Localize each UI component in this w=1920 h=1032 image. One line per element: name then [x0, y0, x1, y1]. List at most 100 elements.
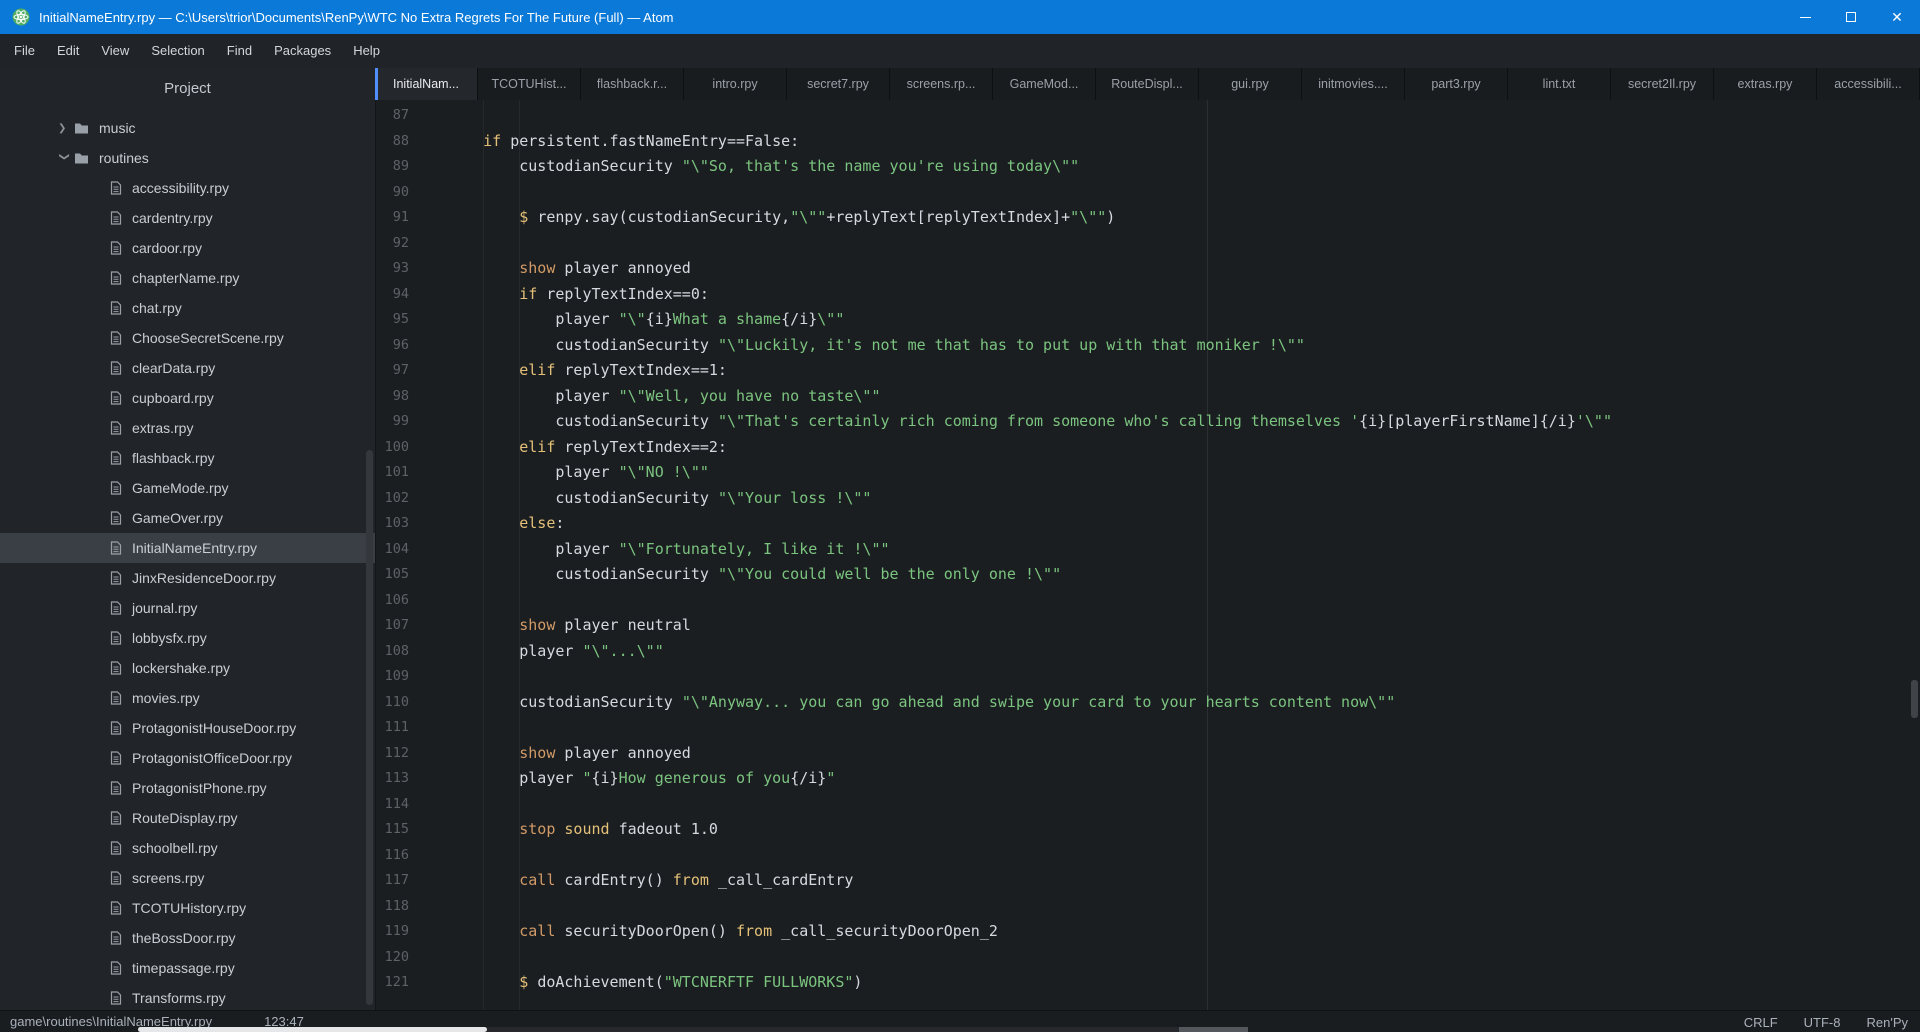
- menu-edit[interactable]: Edit: [46, 34, 90, 68]
- code-line-95[interactable]: 95 player "\"{i}What a shame{/i}\"": [376, 307, 1920, 333]
- tab-extras-rpy[interactable]: extras.rpy: [1714, 68, 1817, 100]
- code-line-94[interactable]: 94 if replyTextIndex==0:: [376, 282, 1920, 308]
- chevron-down-icon[interactable]: ❯: [59, 152, 70, 164]
- tree-item-gamemode-rpy[interactable]: GameMode.rpy: [0, 473, 375, 503]
- code-line-102[interactable]: 102 custodianSecurity "\"Your loss !\"": [376, 486, 1920, 512]
- code-line-97[interactable]: 97 elif replyTextIndex==1:: [376, 358, 1920, 384]
- tab-tcotuhist[interactable]: TCOTUHist...: [478, 68, 581, 100]
- tree-item-routines[interactable]: ❯routines: [0, 143, 375, 173]
- code-line-100[interactable]: 100 elif replyTextIndex==2:: [376, 435, 1920, 461]
- editor-scrollbar[interactable]: [1911, 680, 1918, 718]
- code-line-98[interactable]: 98 player "\"Well, you have no taste\"": [376, 384, 1920, 410]
- menu-file[interactable]: File: [3, 34, 46, 68]
- code-line-89[interactable]: 89 custodianSecurity "\"So, that's the n…: [376, 154, 1920, 180]
- tab-secret2il-rpy[interactable]: secret2Il.rpy: [1611, 68, 1714, 100]
- status-crlf[interactable]: CRLF: [1744, 1015, 1778, 1030]
- code-line-96[interactable]: 96 custodianSecurity "\"Luckily, it's no…: [376, 333, 1920, 359]
- tree-item-tcotuhistory-rpy[interactable]: TCOTUHistory.rpy: [0, 893, 375, 923]
- tree-item-gameover-rpy[interactable]: GameOver.rpy: [0, 503, 375, 533]
- tree-item-lobbysfx-rpy[interactable]: lobbysfx.rpy: [0, 623, 375, 653]
- tab-intro-rpy[interactable]: intro.rpy: [684, 68, 787, 100]
- menu-find[interactable]: Find: [216, 34, 263, 68]
- tree-item-cupboard-rpy[interactable]: cupboard.rpy: [0, 383, 375, 413]
- tree-item-protagonistphone-rpy[interactable]: ProtagonistPhone.rpy: [0, 773, 375, 803]
- tree-item-cleardata-rpy[interactable]: clearData.rpy: [0, 353, 375, 383]
- tree-item-protagonisthousedoor-rpy[interactable]: ProtagonistHouseDoor.rpy: [0, 713, 375, 743]
- menu-help[interactable]: Help: [342, 34, 391, 68]
- code-line-115[interactable]: 115 stop sound fadeout 1.0: [376, 817, 1920, 843]
- tab-part3-rpy[interactable]: part3.rpy: [1405, 68, 1508, 100]
- code-line-91[interactable]: 91 $ renpy.say(custodianSecurity,"\""+re…: [376, 205, 1920, 231]
- bottom-scrollbar-thumb[interactable]: [138, 1027, 487, 1032]
- close-button[interactable]: ✕: [1874, 0, 1920, 34]
- tree-item-music[interactable]: ❯music: [0, 113, 375, 143]
- tree-item-protagonistofficedoor-rpy[interactable]: ProtagonistOfficeDoor.rpy: [0, 743, 375, 773]
- tree-item-cardentry-rpy[interactable]: cardentry.rpy: [0, 203, 375, 233]
- tree-item-chaptername-rpy[interactable]: chapterName.rpy: [0, 263, 375, 293]
- tab-secret7-rpy[interactable]: secret7.rpy: [787, 68, 890, 100]
- menu-selection[interactable]: Selection: [140, 34, 215, 68]
- code-line-109[interactable]: 109: [376, 664, 1920, 690]
- tab-lint-txt[interactable]: lint.txt: [1508, 68, 1611, 100]
- code-line-117[interactable]: 117 call cardEntry() from _call_cardEntr…: [376, 868, 1920, 894]
- code-line-110[interactable]: 110 custodianSecurity "\"Anyway... you c…: [376, 690, 1920, 716]
- tab-flashback-r[interactable]: flashback.r...: [581, 68, 684, 100]
- code-line-108[interactable]: 108 player "\"...\"": [376, 639, 1920, 665]
- minimize-button[interactable]: [1782, 0, 1828, 34]
- tab-initmovies[interactable]: initmovies....: [1302, 68, 1405, 100]
- tree-item-schoolbell-rpy[interactable]: schoolbell.rpy: [0, 833, 375, 863]
- maximize-button[interactable]: [1828, 0, 1874, 34]
- code-line-93[interactable]: 93 show player annoyed: [376, 256, 1920, 282]
- code-line-107[interactable]: 107 show player neutral: [376, 613, 1920, 639]
- tab-initialnam[interactable]: InitialNam...: [375, 68, 478, 100]
- code-line-111[interactable]: 111: [376, 715, 1920, 741]
- tree-item-routedisplay-rpy[interactable]: RouteDisplay.rpy: [0, 803, 375, 833]
- code-line-119[interactable]: 119 call securityDoorOpen() from _call_s…: [376, 919, 1920, 945]
- code-line-87[interactable]: 87: [376, 103, 1920, 129]
- tree-item-choosesecretscene-rpy[interactable]: ChooseSecretScene.rpy: [0, 323, 375, 353]
- tree-item-jinxresidencedoor-rpy[interactable]: JinxResidenceDoor.rpy: [0, 563, 375, 593]
- tree-item-timepassage-rpy[interactable]: timepassage.rpy: [0, 953, 375, 983]
- code-line-105[interactable]: 105 custodianSecurity "\"You could well …: [376, 562, 1920, 588]
- tree-item-lockershake-rpy[interactable]: lockershake.rpy: [0, 653, 375, 683]
- code-line-99[interactable]: 99 custodianSecurity "\"That's certainly…: [376, 409, 1920, 435]
- tree-item-extras-rpy[interactable]: extras.rpy: [0, 413, 375, 443]
- code-line-112[interactable]: 112 show player annoyed: [376, 741, 1920, 767]
- code-line-118[interactable]: 118: [376, 894, 1920, 920]
- tree-scrollbar[interactable]: [366, 450, 373, 1005]
- tree-item-chat-rpy[interactable]: chat.rpy: [0, 293, 375, 323]
- tab-screens-rp[interactable]: screens.rp...: [890, 68, 993, 100]
- status-ren-py[interactable]: Ren'Py: [1866, 1015, 1908, 1030]
- code-area[interactable]: 8788 if persistent.fastNameEntry==False:…: [376, 103, 1920, 996]
- tree-item-journal-rpy[interactable]: journal.rpy: [0, 593, 375, 623]
- tree-item-initialnameentry-rpy[interactable]: InitialNameEntry.rpy: [0, 533, 375, 563]
- code-line-88[interactable]: 88 if persistent.fastNameEntry==False:: [376, 129, 1920, 155]
- tree-item-movies-rpy[interactable]: movies.rpy: [0, 683, 375, 713]
- code-line-103[interactable]: 103 else:: [376, 511, 1920, 537]
- code-line-121[interactable]: 121 $ doAchievement("WTCNERFTF FULLWORKS…: [376, 970, 1920, 996]
- tab-accessibili[interactable]: accessibili...: [1817, 68, 1920, 100]
- tree-item-transforms-rpy[interactable]: Transforms.rpy: [0, 983, 375, 1010]
- tree-item-accessibility-rpy[interactable]: accessibility.rpy: [0, 173, 375, 203]
- menu-packages[interactable]: Packages: [263, 34, 342, 68]
- tab-gui-rpy[interactable]: gui.rpy: [1199, 68, 1302, 100]
- code-line-116[interactable]: 116: [376, 843, 1920, 869]
- code-line-120[interactable]: 120: [376, 945, 1920, 971]
- code-line-101[interactable]: 101 player "\"NO !\"": [376, 460, 1920, 486]
- tab-gamemod[interactable]: GameMod...: [993, 68, 1096, 100]
- tree-item-thebossdoor-rpy[interactable]: theBossDoor.rpy: [0, 923, 375, 953]
- tree-item-screens-rpy[interactable]: screens.rpy: [0, 863, 375, 893]
- chevron-right-icon[interactable]: ❯: [58, 123, 74, 134]
- code-line-113[interactable]: 113 player "{i}How generous of you{/i}": [376, 766, 1920, 792]
- tab-routedispl[interactable]: RouteDispl...: [1096, 68, 1199, 100]
- code-line-114[interactable]: 114: [376, 792, 1920, 818]
- bottom-scrollbar-thumb-secondary[interactable]: [1179, 1027, 1248, 1032]
- tree-item-flashback-rpy[interactable]: flashback.rpy: [0, 443, 375, 473]
- tree-item-cardoor-rpy[interactable]: cardoor.rpy: [0, 233, 375, 263]
- status-utf-8[interactable]: UTF-8: [1804, 1015, 1841, 1030]
- code-line-90[interactable]: 90: [376, 180, 1920, 206]
- code-line-106[interactable]: 106: [376, 588, 1920, 614]
- code-line-104[interactable]: 104 player "\"Fortunately, I like it !\"…: [376, 537, 1920, 563]
- menu-view[interactable]: View: [90, 34, 140, 68]
- code-line-92[interactable]: 92: [376, 231, 1920, 257]
